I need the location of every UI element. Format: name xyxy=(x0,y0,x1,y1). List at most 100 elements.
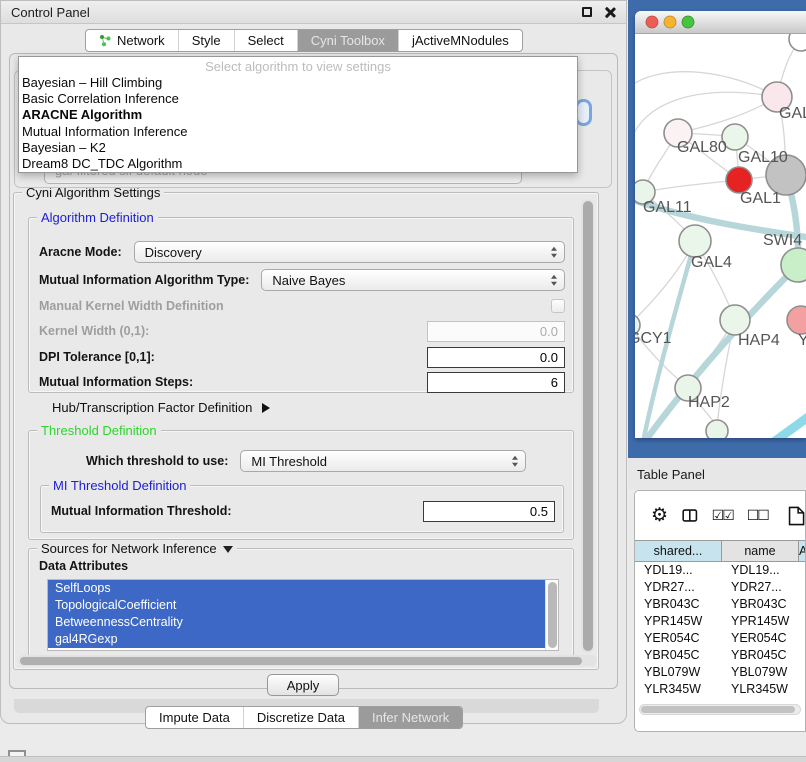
apply-button[interactable]: Apply xyxy=(267,674,339,696)
node-label: SWI4 xyxy=(763,232,802,249)
tab-network[interactable]: Network xyxy=(86,30,179,51)
attribute-item[interactable]: TopologicalCoefficient xyxy=(48,597,546,614)
table-header-row: shared... name A xyxy=(635,540,805,562)
table-row[interactable]: YER054CYER054C8. xyxy=(635,630,805,647)
combo-stepper-icon xyxy=(551,275,557,286)
sources-group: Sources for Network Inference Data Attri… xyxy=(28,548,574,658)
tab-select-label: Select xyxy=(248,33,284,48)
control-panel-titlebar: Control Panel xyxy=(1,1,626,24)
network-view-window: GAL GAL80 GAL10 GAL1 GAL11 SWI4 GAL4 GCY… xyxy=(635,11,806,438)
close-window-icon[interactable] xyxy=(646,16,658,28)
tab-infer-network-label: Infer Network xyxy=(372,710,449,725)
manual-kernel-checkbox[interactable] xyxy=(551,299,565,313)
network-desktop: GAL GAL80 GAL10 GAL1 GAL11 SWI4 GAL4 GCY… xyxy=(628,0,806,458)
bottom-status-strip xyxy=(0,756,806,762)
mi-steps-label: Mutual Information Steps: xyxy=(39,375,193,389)
node-label: GAL4 xyxy=(691,254,732,271)
mi-threshold-group-title: MI Threshold Definition xyxy=(49,478,190,493)
hub-definition-toggle[interactable]: Hub/Transcription Factor Definition xyxy=(52,400,270,415)
node-label: GAL11 xyxy=(643,199,692,216)
algorithm-dropdown: Select algorithm to view settings Bayesi… xyxy=(18,56,578,173)
sources-title-text[interactable]: Sources for Network Inference xyxy=(41,541,217,556)
mi-steps-input[interactable] xyxy=(427,372,565,393)
table-panel-bar: Table Panel xyxy=(628,458,806,490)
tab-infer-network[interactable]: Infer Network xyxy=(359,707,462,728)
zoom-window-icon[interactable] xyxy=(682,16,694,28)
algorithm-option[interactable]: Basic Correlation Inference xyxy=(19,91,577,107)
page-icon[interactable] xyxy=(788,503,805,529)
kernel-width-input[interactable] xyxy=(427,321,565,342)
mi-type-combo[interactable]: Naive Bayes xyxy=(261,269,565,291)
mi-threshold-label: Mutual Information Threshold: xyxy=(51,504,232,518)
minimize-window-icon[interactable] xyxy=(664,16,676,28)
close-panel-icon[interactable] xyxy=(604,6,616,18)
table-horizontal-scrollbar[interactable] xyxy=(639,704,801,715)
which-threshold-combo[interactable]: MI Threshold xyxy=(240,450,526,472)
collapsed-arrow-icon xyxy=(262,403,270,413)
settings-vertical-scrollbar[interactable] xyxy=(581,199,594,653)
node-label: GAL10 xyxy=(738,149,788,166)
data-attributes-label: Data Attributes xyxy=(39,559,128,573)
tab-jactivemnodules[interactable]: jActiveMNodules xyxy=(399,30,522,51)
hide-columns-icon[interactable]: ☐☐ xyxy=(747,507,768,524)
table-row[interactable]: YIL052CYIL052C9 xyxy=(635,698,805,701)
table-toolbar: ⚙ ☑☑ ☐☐ xyxy=(635,491,805,540)
dpi-tolerance-label: DPI Tolerance [0,1]: xyxy=(39,350,155,364)
node-label: GCY1 xyxy=(635,330,672,347)
tab-style-label: Style xyxy=(192,33,221,48)
node-partial-top[interactable] xyxy=(789,34,806,51)
table-row[interactable]: YBR043CYBR043C xyxy=(635,596,805,613)
node-partial-bottom[interactable] xyxy=(706,420,728,438)
tab-network-label: Network xyxy=(117,33,165,48)
algorithm-definition-title: Algorithm Definition xyxy=(37,210,158,225)
attribute-item[interactable]: SelfLoops xyxy=(48,580,546,597)
algorithm-definition-group: Algorithm Definition Aracne Mode: Discov… xyxy=(28,217,574,393)
node-label: Y xyxy=(798,332,806,349)
table-row[interactable]: YDL19...YDL19...13 xyxy=(635,562,805,579)
algorithm-option[interactable]: Dream8 DC_TDC Algorithm xyxy=(19,156,577,172)
column-header-cut[interactable]: A xyxy=(799,540,806,562)
tab-cyni-toolbox[interactable]: Cyni Toolbox xyxy=(298,30,399,51)
table-panel-window: ⚙ ☑☑ ☐☐ shared... name A YDL19...YDL19..… xyxy=(634,490,806,732)
mi-threshold-input[interactable] xyxy=(423,501,555,522)
threshold-definition-group: Threshold Definition Which threshold to … xyxy=(28,430,574,540)
column-header-shared[interactable]: shared... xyxy=(635,540,722,562)
node-y-cut[interactable] xyxy=(787,306,806,334)
tab-style[interactable]: Style xyxy=(179,30,235,51)
network-canvas[interactable]: GAL GAL80 GAL10 GAL1 GAL11 SWI4 GAL4 GCY… xyxy=(635,34,806,438)
table-panel-title: Table Panel xyxy=(637,467,705,482)
algorithm-option[interactable]: Bayesian – K2 xyxy=(19,140,577,156)
algorithm-option[interactable]: Bayesian – Hill Climbing xyxy=(19,75,577,91)
algorithm-option[interactable]: Mutual Information Inference xyxy=(19,124,577,140)
table-row[interactable]: YLR345WYLR345W9. xyxy=(635,681,805,698)
combo-stepper-icon xyxy=(551,247,557,258)
table-row[interactable]: YBR045CYBR045C9. xyxy=(635,647,805,664)
hub-definition-label: Hub/Transcription Factor Definition xyxy=(52,400,252,415)
attribute-item[interactable]: gal4RGexp xyxy=(48,631,546,648)
algorithm-option-selected[interactable]: ARACNE Algorithm xyxy=(19,107,577,123)
gear-icon[interactable]: ⚙ xyxy=(651,506,668,525)
split-columns-icon[interactable] xyxy=(682,507,698,524)
column-header-name[interactable]: name xyxy=(722,540,799,562)
node-gal4[interactable] xyxy=(679,225,711,257)
node-hap4[interactable] xyxy=(720,305,750,335)
screen: Control Panel Network Style Sel xyxy=(0,0,806,762)
table-row[interactable]: YBL079WYBL079W xyxy=(635,664,805,681)
cyni-algorithm-settings-group: Cyni Algorithm Settings Algorithm Defini… xyxy=(13,192,599,670)
tab-impute-data[interactable]: Impute Data xyxy=(146,707,244,728)
show-columns-icon[interactable]: ☑☑ xyxy=(712,507,733,524)
table-row[interactable]: YDR27...YDR27...12 xyxy=(635,579,805,596)
apply-button-label: Apply xyxy=(287,678,320,693)
tab-select[interactable]: Select xyxy=(235,30,298,51)
settings-horizontal-scrollbar[interactable] xyxy=(18,655,597,666)
attribute-list-scrollbar[interactable] xyxy=(545,580,558,650)
node-label: GAL1 xyxy=(740,190,781,207)
aracne-mode-combo[interactable]: Discovery xyxy=(134,241,565,263)
table-row[interactable]: YPR145WYPR145W9. xyxy=(635,613,805,630)
float-panel-icon[interactable] xyxy=(582,7,592,17)
aracne-mode-label: Aracne Mode: xyxy=(39,245,122,259)
dpi-tolerance-input[interactable] xyxy=(427,347,565,368)
which-threshold-label: Which threshold to use: xyxy=(86,454,228,468)
attribute-item[interactable]: BetweennessCentrality xyxy=(48,614,546,631)
tab-discretize-data[interactable]: Discretize Data xyxy=(244,707,359,728)
